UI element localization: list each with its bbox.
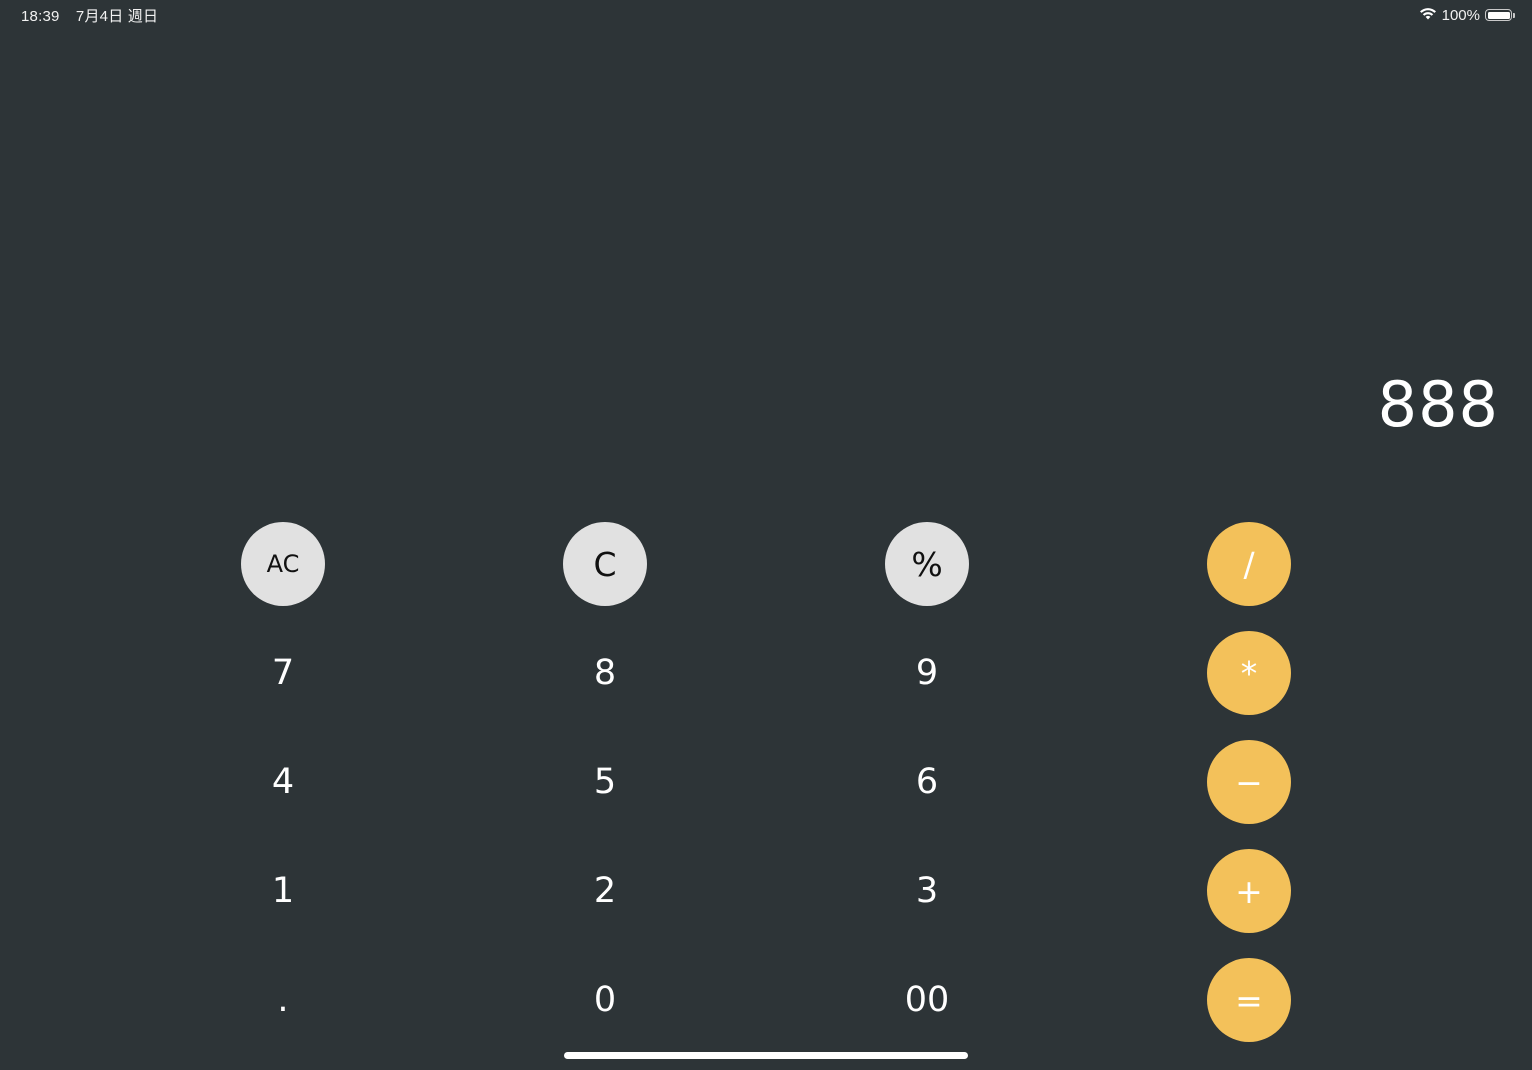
equals-button[interactable]: = (1207, 958, 1291, 1042)
digit-3-button[interactable]: 3 (885, 849, 969, 933)
battery-icon (1485, 9, 1515, 21)
digit-7-button[interactable]: 7 (241, 631, 325, 715)
result-display: 888 (1377, 368, 1499, 441)
status-bar-right: 100% (1419, 5, 1515, 25)
digit-2-button[interactable]: 2 (563, 849, 647, 933)
digit-9-button[interactable]: 9 (885, 631, 969, 715)
home-indicator[interactable] (564, 1052, 968, 1059)
digit-6-button[interactable]: 6 (885, 740, 969, 824)
double-zero-button[interactable]: 00 (885, 958, 969, 1042)
digit-8-button[interactable]: 8 (563, 631, 647, 715)
status-date: 7月4日 週日 (75, 8, 159, 25)
digit-1-button[interactable]: 1 (241, 849, 325, 933)
battery-percentage: 100% (1441, 6, 1480, 24)
add-button[interactable]: + (1207, 849, 1291, 933)
multiply-button[interactable]: * (1207, 631, 1291, 715)
clear-button[interactable]: C (563, 522, 647, 606)
subtract-button[interactable]: − (1207, 740, 1291, 824)
percent-button[interactable]: % (885, 522, 969, 606)
calculator-screen: 18:39 7月4日 週日 100% 888 AC C % / 7 8 9 * … (0, 0, 1532, 1070)
divide-button[interactable]: / (1207, 522, 1291, 606)
status-bar-left: 18:39 7月4日 週日 (21, 5, 170, 26)
wifi-icon (1419, 7, 1437, 24)
all-clear-button[interactable]: AC (241, 522, 325, 606)
status-time: 18:39 (21, 8, 60, 25)
digit-4-button[interactable]: 4 (241, 740, 325, 824)
digit-5-button[interactable]: 5 (563, 740, 647, 824)
decimal-point-button[interactable]: . (241, 958, 325, 1042)
digit-0-button[interactable]: 0 (563, 958, 647, 1042)
